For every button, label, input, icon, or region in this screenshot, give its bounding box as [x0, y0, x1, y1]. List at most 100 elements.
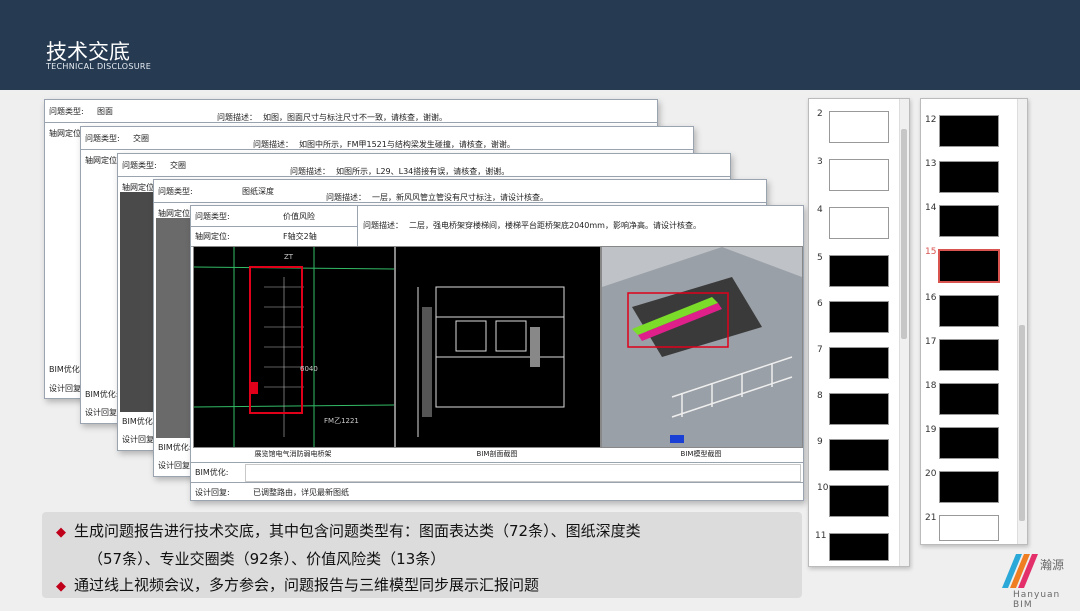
issue-type-value: 交圈 — [133, 134, 149, 143]
design-reply-label: 设计回复: — [195, 488, 230, 497]
bim-opt-field[interactable] — [245, 464, 801, 482]
slide-number: 5 — [817, 253, 823, 263]
issue-desc-label: 问题描述： — [290, 167, 330, 176]
slide-number: 11 — [815, 531, 827, 541]
design-reply-label: 设计回复: — [49, 384, 84, 393]
bim-opt-label: BIM优化: — [195, 468, 229, 477]
design-reply-label: 设计回复: — [122, 435, 157, 444]
axis-value: F轴交2轴 — [283, 232, 317, 241]
slide-thumb-13[interactable] — [939, 161, 999, 193]
design-reply-value: 已调整路由，详见最新图纸 — [253, 488, 349, 497]
bim-opt-label: BIM优化: — [49, 365, 83, 374]
issue-type-value: 价值风险 — [283, 212, 315, 221]
slide-number: 21 — [925, 513, 937, 523]
slide-number: 20 — [925, 469, 937, 479]
bim-opt-label: BIM优化: — [85, 390, 119, 399]
slide-number: 4 — [817, 205, 823, 215]
slide-thumb-10[interactable] — [829, 485, 889, 517]
slide-thumb-18[interactable] — [939, 383, 999, 415]
bim-model-image — [601, 246, 803, 448]
bullet-1: ◆ 生成问题报告进行技术交底，其中包含问题类型有：图面表达类（72条）、图纸深度类 — [56, 522, 641, 540]
slide-thumb-5[interactable] — [829, 255, 889, 287]
issue-desc-label: 问题描述： — [363, 221, 403, 230]
slide-number: 19 — [925, 425, 937, 435]
axis-label: 轴网定位: — [49, 129, 84, 138]
axis-label: 轴网定位: — [195, 232, 230, 241]
slide-number: 7 — [817, 345, 823, 355]
issue-type-label: 问题类型: — [85, 134, 120, 143]
slide-number: 2 — [817, 109, 823, 119]
report-card-front[interactable]: 问题类型: 价值风险 轴网定位: F轴交2轴 问题描述： 二层，强电桥架穿楼梯间… — [190, 205, 804, 501]
slide-number: 12 — [925, 115, 937, 125]
slide-thumb-2[interactable] — [829, 111, 889, 143]
bullet-marker-icon: ◆ — [56, 579, 66, 594]
bim-opt-label: BIM优化: — [158, 443, 192, 452]
design-reply-label: 设计回复: — [158, 461, 193, 470]
design-reply-label: 设计回复: — [85, 408, 120, 417]
issue-type-value: 图纸深度 — [242, 187, 274, 196]
slide-thumb-20[interactable] — [939, 471, 999, 503]
slide-number: 16 — [925, 293, 937, 303]
cad-drawing-image: 6040 FM乙1221 ZT — [193, 246, 395, 448]
bim-opt-label: BIM优化: — [122, 417, 156, 426]
caption-section: BIM剖面截图 — [476, 450, 518, 458]
slide-thumb-15-selected[interactable] — [938, 249, 1000, 283]
caption-drawing: 展览馆电气消防弱电桥架 — [254, 450, 332, 458]
slide-thumb-3[interactable] — [829, 159, 889, 191]
issue-desc-label: 问题描述： — [326, 193, 366, 202]
issue-desc-text: 如图，图面尺寸与标注尺寸不一致，请核查，谢谢。 — [263, 113, 447, 122]
bullet-1-cont: （57条）、专业交圈类（92条）、价值风险类（13条） — [88, 550, 446, 568]
slide-thumb-8[interactable] — [829, 393, 889, 425]
slide-thumb-9[interactable] — [829, 439, 889, 471]
slide-thumb-11[interactable] — [829, 533, 889, 561]
slide-number: 3 — [817, 157, 823, 167]
logo-en: Hanyuan BIM — [1013, 590, 1061, 610]
slide-thumb-4[interactable] — [829, 207, 889, 239]
slide-number: 8 — [817, 391, 823, 401]
bullet-marker-icon: ◆ — [56, 525, 66, 540]
slide-thumb-14[interactable] — [939, 205, 999, 237]
issue-type-value: 交圈 — [170, 161, 186, 170]
axis-label: 轴网定位: — [85, 156, 120, 165]
issue-type-value: 图面 — [97, 107, 113, 116]
scrollbar[interactable] — [1017, 99, 1027, 544]
slide-thumb-17[interactable] — [939, 339, 999, 371]
slide-thumbnails-right[interactable]: 12 13 14 15 16 17 18 19 20 21 — [920, 98, 1028, 545]
slide-thumb-19[interactable] — [939, 427, 999, 459]
page-subtitle: TECHNICAL DISCLOSURE — [46, 62, 152, 71]
bullet-2: ◆ 通过线上视频会议，多方参会，问题报告与三维模型同步展示汇报问题 — [56, 576, 540, 594]
scrollbar[interactable] — [899, 99, 909, 566]
slide-thumb-16[interactable] — [939, 295, 999, 327]
slide-thumb-21[interactable] — [939, 515, 999, 541]
issue-type-label: 问题类型: — [158, 187, 193, 196]
drawing-dimension: 6040 — [300, 365, 318, 373]
slide-thumb-12[interactable] — [939, 115, 999, 147]
slide-number: 17 — [925, 337, 937, 347]
header-bar: 技术交底 TECHNICAL DISCLOSURE — [0, 0, 1080, 90]
drawing-door-label: FM乙1221 — [324, 417, 359, 425]
slide-thumb-7[interactable] — [829, 347, 889, 379]
slide-number: 10 — [817, 483, 829, 493]
slide-thumb-6[interactable] — [829, 301, 889, 333]
slide-number: 6 — [817, 299, 823, 309]
logo-cn: 瀚源 — [1040, 558, 1065, 572]
issue-desc-label: 问题描述： — [253, 140, 293, 149]
slide-number: 9 — [817, 437, 823, 447]
slide-number: 13 — [925, 159, 937, 169]
caption-model: BIM模型截图 — [680, 450, 722, 458]
issue-desc-text: 如图所示，L29、L34搭接有误，请核查，谢谢。 — [336, 167, 510, 176]
slide-number: 18 — [925, 381, 937, 391]
slide-number: 14 — [925, 203, 937, 213]
issue-desc-label: 问题描述： — [217, 113, 257, 122]
issue-type-label: 问题类型: — [122, 161, 157, 170]
slide-number: 15 — [925, 247, 937, 257]
drawing-mark: ZT — [284, 253, 294, 261]
issue-type-label: 问题类型: — [195, 212, 230, 221]
issue-desc-text: 如图中所示，FM甲1521与结构梁发生碰撞，请核查，谢谢。 — [299, 140, 515, 149]
issue-desc-text: 二层，强电桥架穿楼梯间，楼梯平台距桥架底2040mm，影响净高。请设计核查。 — [409, 221, 701, 230]
bim-section-image — [395, 246, 601, 448]
issue-type-label: 问题类型: — [49, 107, 84, 116]
summary-box: ◆ 生成问题报告进行技术交底，其中包含问题类型有：图面表达类（72条）、图纸深度类… — [42, 512, 802, 598]
slide-thumbnails-left[interactable]: 2 3 4 5 6 7 8 9 10 11 — [808, 98, 910, 567]
issue-desc-text: 一层，新风风管立管没有尺寸标注，请设计核查。 — [372, 193, 548, 202]
